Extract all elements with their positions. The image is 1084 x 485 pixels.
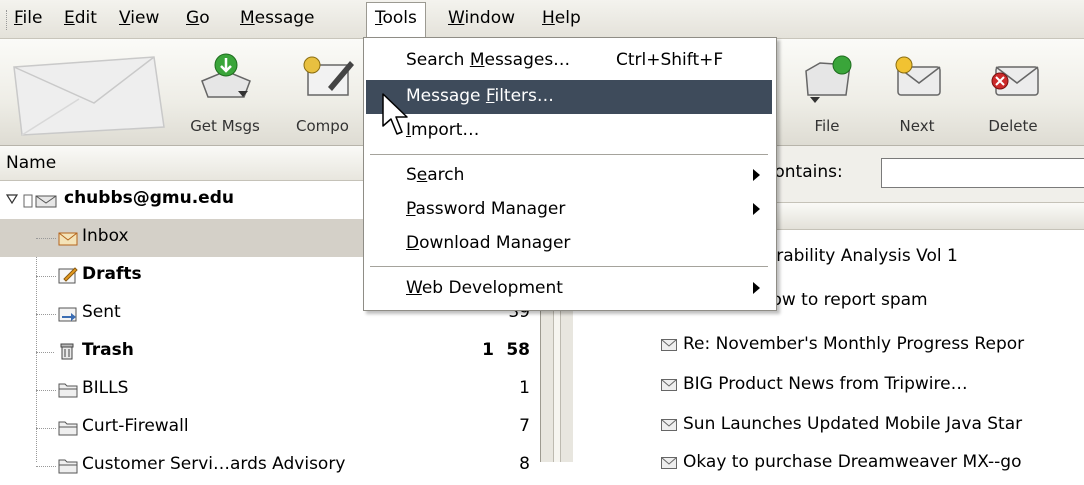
account-name: chubbs@gmu.edu: [64, 188, 234, 208]
submenu-arrow-icon: [753, 169, 760, 181]
menu-edit[interactable]: Edit: [64, 8, 97, 28]
file-folder-icon: [805, 55, 852, 103]
tree-branch: [36, 352, 54, 354]
message-count: 1: [519, 378, 530, 398]
menu-window[interactable]: Window: [448, 8, 515, 28]
message-row[interactable]: Okay to purchase Dreamweaver MX--go: [573, 446, 1084, 480]
file-label: File: [814, 117, 840, 135]
message-row[interactable]: BIG Product News from Tripwire…: [573, 368, 1084, 402]
folder-label: Customer Servi…ards Advisory: [82, 454, 346, 474]
menu-item-import[interactable]: Import…: [366, 114, 772, 148]
menu-go[interactable]: Go: [186, 8, 210, 28]
delete-icon: [991, 66, 1039, 96]
menu-help[interactable]: Help: [542, 8, 581, 28]
compose-icon: [303, 56, 354, 96]
tree-branch: [36, 466, 56, 468]
unread-count: 1: [482, 340, 494, 360]
folder-bills[interactable]: BILLS 1: [0, 371, 540, 409]
tree-branch: [36, 314, 56, 316]
menu-bar: File Edit View Go Message Tools Window H…: [0, 0, 1084, 39]
next-button[interactable]: Next: [872, 39, 962, 145]
menu-item-password-manager[interactable]: Password Manager: [366, 193, 772, 227]
folder-customer-service[interactable]: Customer Servi…ards Advisory 8: [0, 447, 540, 485]
get-msgs-label: Get Msgs: [190, 117, 260, 135]
compose-button[interactable]: Compo: [280, 39, 360, 145]
tree-branch: [36, 276, 56, 278]
menu-message[interactable]: Message: [240, 8, 315, 28]
tree-branch: [36, 428, 56, 430]
delete-button[interactable]: Delete: [968, 39, 1058, 145]
menubar-grip: [6, 10, 10, 30]
tree-branch: [36, 390, 56, 392]
message-count: 58: [506, 340, 530, 360]
file-button[interactable]: File: [782, 39, 872, 145]
folder-label: BILLS: [82, 378, 129, 398]
tools-menu: Search Messages… Ctrl+Shift+F Message Fi…: [363, 37, 777, 311]
compose-label: Compo: [296, 117, 349, 135]
next-message-icon: [895, 56, 941, 96]
trash-icon: [60, 343, 74, 360]
message-subject: Re: November's Monthly Progress Repor: [683, 334, 1025, 354]
submenu-arrow-icon: [753, 282, 760, 294]
next-label: Next: [899, 117, 935, 135]
menu-item-web-development[interactable]: Web Development: [366, 272, 772, 306]
folder-icon: [58, 421, 78, 436]
menu-item-search-messages[interactable]: Search Messages… Ctrl+Shift+F: [366, 44, 772, 78]
message-icon: [661, 419, 677, 431]
expand-triangle-icon[interactable]: [6, 194, 18, 204]
message-subject: BIG Product News from Tripwire…: [683, 374, 968, 394]
folder-label: Curt-Firewall: [82, 416, 189, 436]
mouse-cursor-icon: [382, 93, 408, 135]
menu-item-message-filters[interactable]: Message Filters…: [366, 80, 772, 114]
folder-label: Inbox: [82, 226, 129, 246]
inbox-icon: [58, 232, 78, 246]
get-msgs-button[interactable]: Get Msgs: [180, 39, 270, 145]
folder-trash[interactable]: Trash 1 58: [0, 333, 540, 371]
shortcut-label: Ctrl+Shift+F: [616, 50, 724, 70]
mail-logo-icon: [13, 56, 165, 136]
menu-item-search[interactable]: Search: [366, 159, 772, 193]
menu-view[interactable]: View: [119, 8, 159, 28]
sent-icon: [58, 307, 77, 322]
delete-label: Delete: [988, 117, 1038, 135]
folder-curt-firewall[interactable]: Curt-Firewall 7: [0, 409, 540, 447]
menu-file[interactable]: File: [14, 8, 42, 28]
menu-separator: [370, 266, 768, 267]
folder-label: Sent: [82, 302, 121, 322]
menu-separator: [370, 154, 768, 155]
submenu-arrow-icon: [753, 203, 760, 215]
folder-label: Drafts: [82, 264, 142, 284]
message-icon: [661, 339, 677, 351]
tree-branch: [36, 238, 56, 240]
menu-item-download-manager[interactable]: Download Manager: [366, 227, 772, 261]
name-column-label: Name: [6, 153, 57, 173]
account-icon: [23, 194, 57, 208]
message-icon: [661, 457, 677, 469]
drafts-icon: [58, 267, 78, 284]
menu-tools[interactable]: Tools: [366, 2, 426, 37]
message-subject: Sun Launches Updated Mobile Java Star: [683, 414, 1023, 434]
message-row[interactable]: Sun Launches Updated Mobile Java Star: [573, 408, 1084, 442]
get-mail-icon: [201, 53, 251, 98]
folder-label: Trash: [82, 340, 134, 360]
message-row[interactable]: Re: November's Monthly Progress Repor: [573, 328, 1084, 362]
message-count: 7: [519, 416, 530, 436]
search-input[interactable]: [881, 158, 1084, 188]
message-icon: [661, 379, 677, 391]
folder-icon: [58, 383, 78, 398]
message-count: 8: [519, 454, 530, 474]
folder-icon: [58, 459, 78, 474]
message-subject: Okay to purchase Dreamweaver MX--go: [683, 452, 1022, 472]
